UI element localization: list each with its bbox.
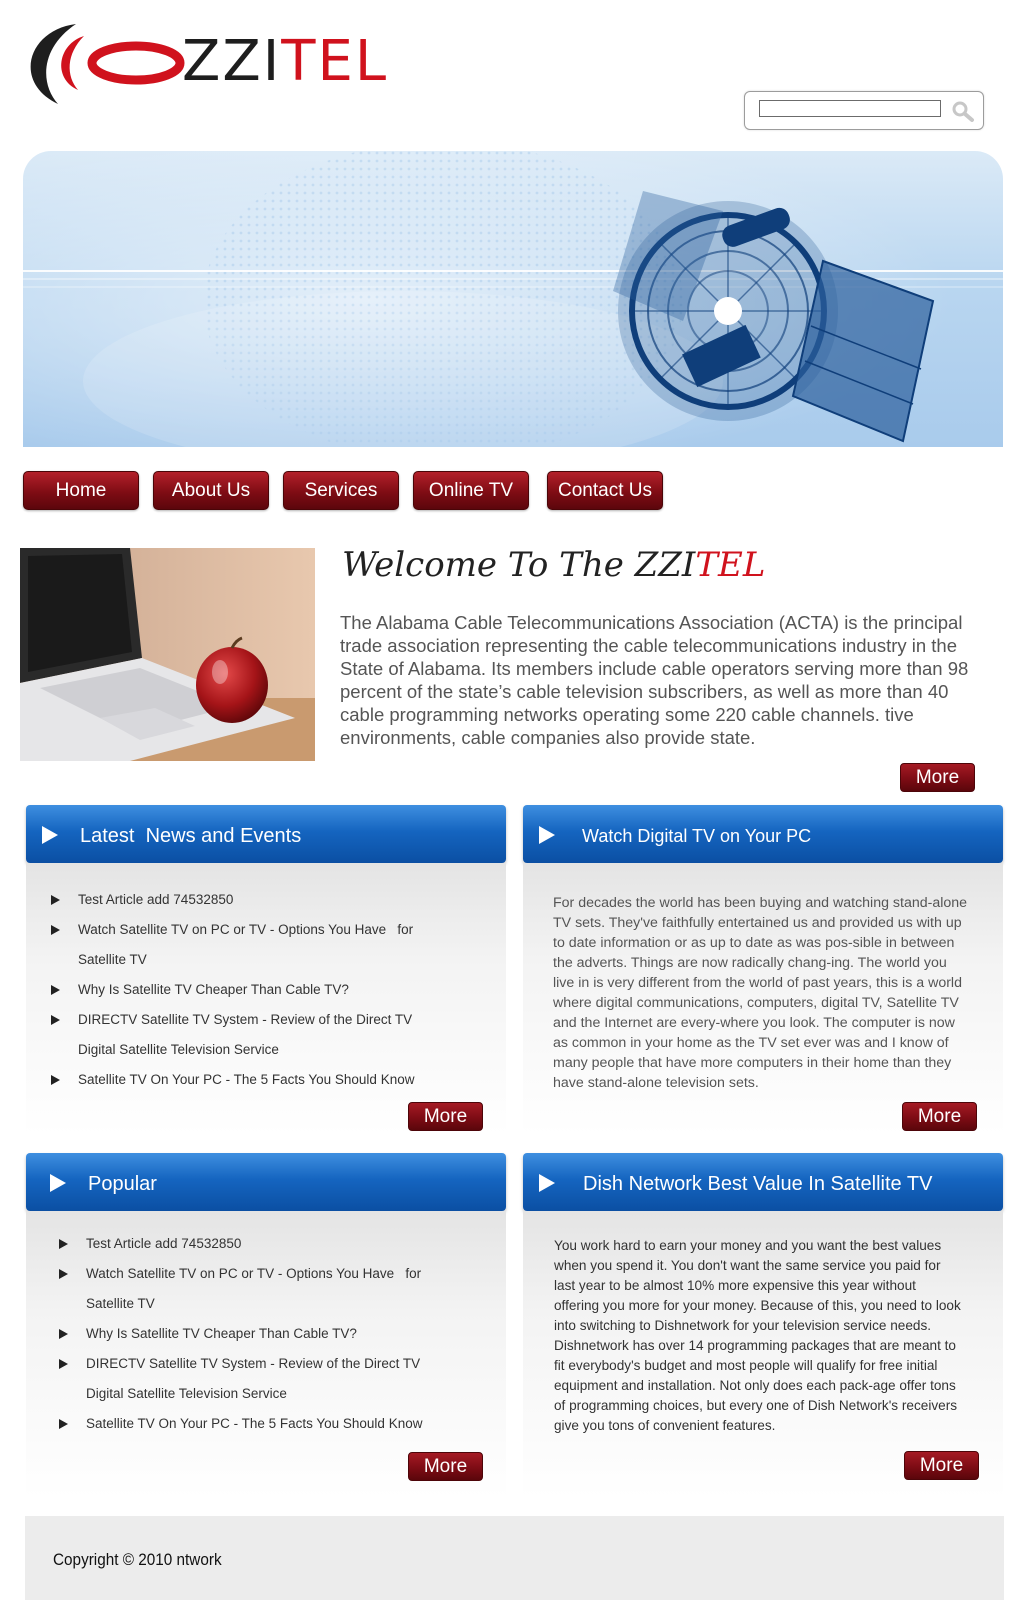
nav-online-tv-label: Online TV	[428, 480, 514, 501]
watch-tv-body: For decades the world has been buying an…	[523, 863, 1003, 1135]
list-item[interactable]: Watch Satellite TV on PC or TV - Options…	[51, 915, 414, 945]
list-item[interactable]: Watch Satellite TV on PC or TV - Options…	[59, 1259, 422, 1289]
logo[interactable]: ZZITEL	[18, 14, 428, 114]
satellite-banner-image	[23, 151, 1003, 447]
latest-news-title: Latest News and Events	[80, 825, 302, 847]
hero-banner	[23, 151, 1003, 447]
bullet-arrow-icon	[59, 1329, 68, 1339]
nav-contact-us-label: Contact Us	[558, 480, 652, 501]
dish-network-title: Dish Network Best Value In Satellite TV	[583, 1173, 933, 1195]
welcome-text: The Alabama Cable Telecommunications Ass…	[340, 612, 969, 748]
dish-network-body: You work hard to earn your money and you…	[523, 1211, 1003, 1498]
dish-network-panel: Dish Network Best Value In Satellite TV …	[523, 1153, 1003, 1498]
dish-network-text: You work hard to earn your money and you…	[554, 1238, 961, 1433]
footer: Copyright © 2010 ntwork	[25, 1516, 1004, 1600]
search-input[interactable]	[759, 100, 941, 117]
list-item-continued[interactable]: Satellite TV	[59, 1289, 422, 1319]
latest-news-list: Test Article add 74532850 Watch Satellit…	[51, 885, 414, 1095]
list-item-continued[interactable]: Digital Satellite Television Service	[51, 1035, 414, 1065]
bullet-arrow-icon	[51, 925, 60, 935]
watch-tv-text: For decades the world has been buying an…	[553, 895, 968, 1091]
popular-more-button[interactable]: More	[408, 1452, 483, 1481]
bullet-arrow-icon	[59, 1419, 68, 1429]
welcome-more-button[interactable]: More	[900, 763, 975, 792]
watch-tv-header: Watch Digital TV on Your PC	[523, 805, 1003, 863]
list-item-continued[interactable]: Digital Satellite Television Service	[59, 1379, 422, 1409]
logo-swoosh-icon	[30, 24, 185, 104]
popular-list: Test Article add 74532850 Watch Satellit…	[59, 1229, 422, 1439]
laptop-apple-image	[20, 548, 315, 761]
nav-about-us[interactable]: About Us	[153, 471, 269, 510]
nav-services-label: Services	[304, 480, 378, 501]
list-item[interactable]: DIRECTV Satellite TV System - Review of …	[51, 1005, 414, 1035]
nav-home-label: Home	[55, 480, 107, 501]
play-arrow-icon	[42, 826, 58, 844]
nav-about-us-label: About Us	[171, 480, 251, 501]
nav-contact-us[interactable]: Contact Us	[547, 471, 663, 510]
list-item[interactable]: Why Is Satellite TV Cheaper Than Cable T…	[51, 975, 414, 1005]
watch-tv-more-button[interactable]: More	[902, 1102, 977, 1131]
latest-news-body: Test Article add 74532850 Watch Satellit…	[26, 863, 506, 1135]
dish-network-header: Dish Network Best Value In Satellite TV	[523, 1153, 1003, 1211]
bullet-arrow-icon	[51, 1015, 60, 1025]
list-item[interactable]: Satellite TV On Your PC - The 5 Facts Yo…	[51, 1065, 414, 1095]
popular-header: Popular	[26, 1153, 506, 1211]
bullet-arrow-icon	[59, 1269, 68, 1279]
popular-body: Test Article add 74532850 Watch Satellit…	[26, 1211, 506, 1498]
bullet-arrow-icon	[51, 985, 60, 995]
welcome-heading: Welcome To The ZZITEL	[342, 545, 766, 585]
logo-wordmark: ZZITEL	[182, 29, 389, 94]
play-arrow-icon	[50, 1174, 66, 1192]
watch-tv-title: Watch Digital TV on Your PC	[582, 826, 812, 846]
bullet-arrow-icon	[51, 1075, 60, 1085]
play-arrow-icon	[539, 826, 555, 844]
nav-online-tv[interactable]: Online TV	[413, 471, 529, 510]
nav-services[interactable]: Services	[283, 471, 399, 510]
bullet-arrow-icon	[59, 1359, 68, 1369]
watch-tv-panel: Watch Digital TV on Your PC For decades …	[523, 805, 1003, 1135]
search-icon[interactable]	[951, 100, 975, 122]
popular-panel: Popular Test Article add 74532850 Watch …	[26, 1153, 506, 1498]
nav-home[interactable]: Home	[23, 471, 139, 510]
bullet-arrow-icon	[51, 895, 60, 905]
list-item[interactable]: Test Article add 74532850	[51, 885, 414, 915]
list-item[interactable]: DIRECTV Satellite TV System - Review of …	[59, 1349, 422, 1379]
list-item[interactable]: Satellite TV On Your PC - The 5 Facts Yo…	[59, 1409, 422, 1439]
bullet-arrow-icon	[59, 1239, 68, 1249]
latest-news-panel: Latest News and Events Test Article add …	[26, 805, 506, 1135]
search-box	[744, 91, 984, 130]
play-arrow-icon	[539, 1174, 555, 1192]
copyright-text: Copyright © 2010 ntwork	[53, 1550, 222, 1569]
latest-news-more-button[interactable]: More	[408, 1102, 483, 1131]
dish-network-more-button[interactable]: More	[904, 1451, 979, 1480]
latest-news-header: Latest News and Events	[26, 805, 506, 863]
list-item[interactable]: Why Is Satellite TV Cheaper Than Cable T…	[59, 1319, 422, 1349]
list-item-continued[interactable]: Satellite TV	[51, 945, 414, 975]
popular-title: Popular	[88, 1173, 157, 1195]
list-item[interactable]: Test Article add 74532850	[59, 1229, 422, 1259]
